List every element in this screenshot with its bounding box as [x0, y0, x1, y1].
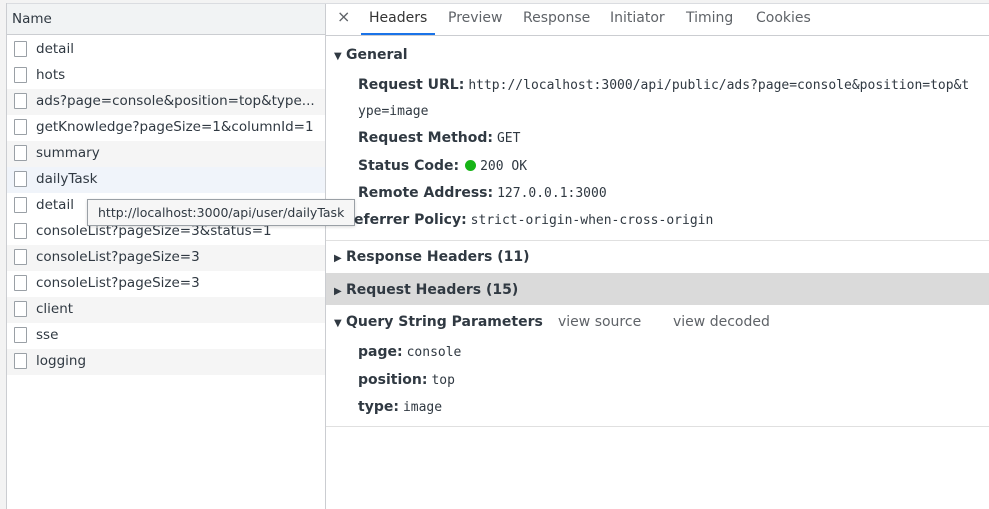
status-ok-icon: [465, 160, 477, 171]
request-name: detail: [36, 41, 74, 57]
view-source-link[interactable]: view source: [558, 314, 641, 330]
request-name: sse: [36, 327, 59, 343]
file-icon: [14, 327, 27, 343]
name-column-header[interactable]: Name: [7, 4, 325, 35]
request-url-value-wrap: ype=image: [358, 104, 429, 119]
file-icon: [14, 119, 27, 135]
file-icon: [14, 249, 27, 265]
request-name: logging: [36, 353, 87, 369]
request-name: ads?page=console&position=top&type...: [36, 93, 315, 109]
request-row-sse[interactable]: sse: [7, 323, 325, 349]
status-code-row: Status Code: 200 OK: [358, 158, 527, 174]
section-divider: [326, 240, 989, 241]
query-params-toggle[interactable]: ▼ Query String Parameters: [334, 314, 543, 330]
remote-address-value: 127.0.0.1:3000: [497, 186, 607, 201]
request-method-value: GET: [496, 131, 521, 146]
referrer-policy-value: strict-origin-when-cross-origin: [470, 213, 714, 228]
query-param-key: page:: [358, 344, 403, 360]
file-icon: [14, 223, 27, 239]
general-section-toggle[interactable]: ▼ General: [334, 47, 408, 63]
request-name: consoleList?pageSize=3: [36, 249, 200, 265]
file-icon: [14, 145, 27, 161]
query-param-row: position: top: [358, 372, 455, 388]
request-name: summary: [36, 145, 100, 161]
query-params-title: Query String Parameters: [346, 314, 543, 330]
request-method-row: Request Method: GET: [358, 130, 520, 146]
request-headers-title: Request Headers (15): [346, 282, 519, 298]
request-row-detail[interactable]: detail: [7, 37, 325, 63]
query-param-row: type: image: [358, 399, 442, 415]
request-row-dailytask[interactable]: dailyTask: [7, 167, 325, 193]
request-name: consoleList?pageSize=3: [36, 275, 200, 291]
details-tabbar: × Headers Preview Response Initiator Tim…: [326, 4, 989, 36]
expanded-triangle-icon: ▼: [334, 51, 342, 62]
tab-preview[interactable]: Preview: [448, 10, 503, 26]
request-url-value: http://localhost:3000/api/public/ads?pag…: [468, 78, 970, 93]
file-icon: [14, 301, 27, 317]
name-column-label: Name: [12, 11, 52, 27]
tab-initiator[interactable]: Initiator: [610, 10, 665, 26]
request-url-row: Request URL: http://localhost:3000/api/pu…: [358, 77, 969, 93]
query-param-row: page: console: [358, 344, 461, 360]
request-row-consolelist-2[interactable]: consoleList?pageSize=3: [7, 271, 325, 297]
active-tab-indicator: [361, 33, 435, 35]
status-code-value: 200 OK: [480, 159, 528, 174]
file-icon: [14, 171, 27, 187]
status-code-key: Status Code:: [358, 158, 460, 174]
collapsed-triangle-icon: ▶: [334, 286, 342, 297]
file-icon: [14, 41, 27, 57]
response-headers-title: Response Headers (11): [346, 249, 530, 265]
request-url-key: Request URL:: [358, 77, 465, 93]
request-name: client: [36, 301, 74, 317]
collapsed-triangle-icon: ▶: [334, 253, 342, 264]
tab-cookies[interactable]: Cookies: [756, 10, 811, 26]
request-row-summary[interactable]: summary: [7, 141, 325, 167]
file-icon: [14, 353, 27, 369]
remote-address-key: Remote Address:: [358, 185, 494, 201]
query-param-value: top: [431, 373, 455, 388]
remote-address-row: Remote Address: 127.0.0.1:3000: [358, 185, 607, 201]
section-divider: [326, 426, 989, 427]
url-tooltip: http://localhost:3000/api/user/dailyTask: [87, 199, 356, 226]
file-icon: [14, 197, 27, 213]
expanded-triangle-icon: ▼: [334, 318, 342, 329]
view-decoded-link[interactable]: view decoded: [673, 314, 770, 330]
request-method-key: Request Method:: [358, 130, 493, 146]
file-icon: [14, 93, 27, 109]
request-headers-toggle[interactable]: ▶ Request Headers (15): [334, 282, 518, 298]
response-headers-toggle[interactable]: ▶ Response Headers (11): [334, 249, 529, 265]
request-row-getknowledge[interactable]: getKnowledge?pageSize=1&columnId=1: [7, 115, 325, 141]
request-list-panel: Name detail hots ads?page=console&positi…: [7, 4, 325, 509]
request-row-logging[interactable]: logging: [7, 349, 325, 375]
general-title: General: [346, 47, 408, 63]
tab-timing[interactable]: Timing: [686, 10, 733, 26]
request-row-client[interactable]: client: [7, 297, 325, 323]
query-param-key: type:: [358, 399, 399, 415]
request-name: getKnowledge?pageSize=1&columnId=1: [36, 119, 314, 135]
request-name: dailyTask: [36, 171, 98, 187]
file-icon: [14, 67, 27, 83]
query-param-value: console: [406, 345, 462, 360]
request-row-hots[interactable]: hots: [7, 63, 325, 89]
left-edge-gutter: [0, 3, 7, 509]
query-param-value: image: [402, 400, 443, 415]
close-icon[interactable]: ×: [337, 7, 350, 26]
referrer-policy-key: eferrer Policy:: [354, 212, 467, 228]
file-icon: [14, 275, 27, 291]
request-row-consolelist[interactable]: consoleList?pageSize=3: [7, 245, 325, 271]
query-param-key: position:: [358, 372, 428, 388]
tab-response[interactable]: Response: [523, 10, 590, 26]
request-details-panel: × Headers Preview Response Initiator Tim…: [326, 4, 989, 509]
tab-headers[interactable]: Headers: [369, 10, 427, 26]
referrer-policy-row: eferrer Policy: strict-origin-when-cross-…: [354, 212, 713, 228]
request-row-ads[interactable]: ads?page=console&position=top&type...: [7, 89, 325, 115]
request-name: hots: [36, 67, 66, 83]
